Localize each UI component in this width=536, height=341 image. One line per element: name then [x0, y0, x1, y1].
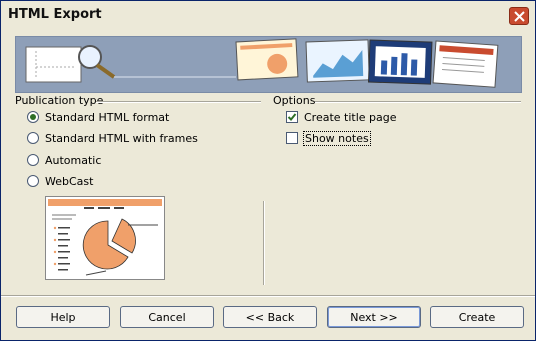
create-button[interactable]: Create	[430, 306, 524, 328]
publication-type-heading: Publication type	[15, 94, 104, 107]
layout-preview	[45, 196, 165, 280]
radio-webcast[interactable]: WebCast	[27, 173, 93, 189]
html-export-dialog: HTML Export Publication type Standard HT…	[0, 0, 536, 341]
create-title-page-checkbox[interactable]	[286, 111, 298, 123]
dialog-title: HTML Export	[8, 7, 102, 22]
options-heading: Options	[273, 94, 316, 107]
show-notes-checkbox[interactable]	[286, 132, 298, 144]
show-notes-checkbox-row[interactable]: Show notes	[286, 130, 371, 146]
radio-label: Automatic	[45, 153, 102, 167]
checkmark-icon	[287, 113, 297, 121]
publication-type-rule	[96, 101, 261, 103]
radio-label: Standard HTML with frames	[45, 131, 198, 145]
button-separator	[1, 295, 535, 297]
radio-standard-html-frames[interactable]: Standard HTML with frames	[27, 130, 198, 146]
preview-illustration	[48, 199, 162, 276]
back-button[interactable]: << Back	[223, 306, 317, 328]
cancel-button[interactable]: Cancel	[120, 306, 214, 328]
close-button[interactable]	[509, 7, 529, 25]
radio-button[interactable]	[27, 154, 39, 166]
radio-button[interactable]	[27, 175, 39, 187]
next-button[interactable]: Next >>	[327, 306, 421, 328]
options-rule	[315, 101, 521, 103]
header-banner	[15, 36, 522, 93]
title-bar: HTML Export	[1, 1, 535, 31]
radio-button[interactable]	[27, 132, 39, 144]
close-icon	[514, 11, 525, 22]
radio-label: WebCast	[45, 174, 94, 188]
radio-standard-html[interactable]: Standard HTML format	[27, 109, 169, 125]
vertical-divider	[263, 201, 265, 285]
radio-automatic[interactable]: Automatic	[27, 152, 101, 168]
radio-button[interactable]	[27, 111, 39, 123]
help-button[interactable]: Help	[16, 306, 110, 328]
create-title-page-label: Create title page	[304, 110, 397, 124]
show-notes-label: Show notes	[303, 130, 371, 146]
create-title-page-checkbox-row[interactable]: Create title page	[286, 109, 397, 125]
radio-label: Standard HTML format	[45, 110, 170, 124]
banner-illustration	[25, 38, 499, 88]
